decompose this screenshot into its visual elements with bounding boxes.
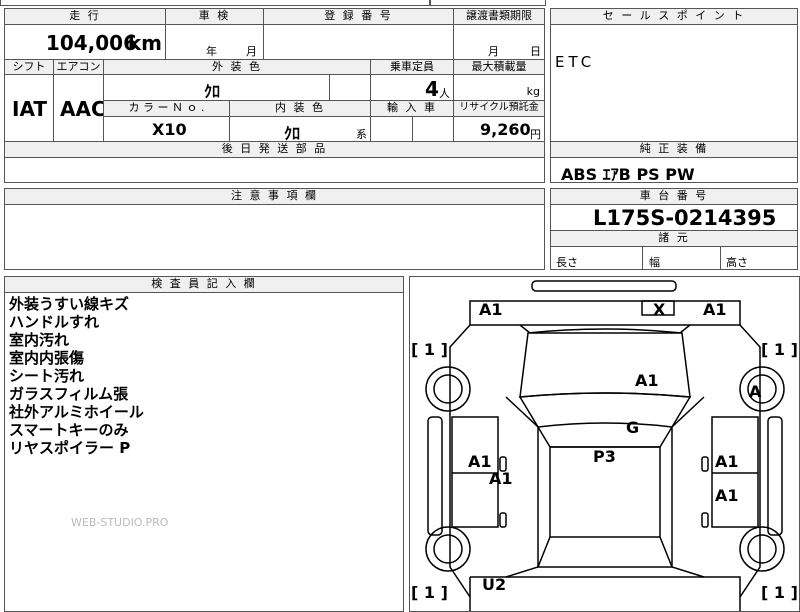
inspector-notes-list: 外装うすい線キズ ハンドルすれ 室内汚れ 室内内張傷 シート汚れ ガラスフィルム… [9, 295, 144, 457]
color-no-value: X10 [152, 120, 187, 139]
max-load-cell: kg [453, 74, 545, 101]
damage-mark: A1 [715, 452, 739, 471]
dimension-height-cell: 高さ [720, 246, 798, 270]
registration-header: 登 録 番 号 [263, 8, 454, 25]
transfer-day: 日 [530, 45, 541, 58]
recycle-value: 9,260 [480, 120, 531, 139]
shift-label: シフト [4, 59, 54, 75]
dimension-height-label: 高さ [726, 256, 748, 269]
shift-value: IAT [12, 97, 48, 121]
transfer-deadline-header: 譲渡書類期限 [453, 8, 545, 25]
top-strip-right [430, 0, 546, 6]
sales-point-text: ETC [555, 53, 596, 71]
aircon-value: AAC [60, 97, 104, 121]
damage-mark: A1 [715, 486, 739, 505]
exterior-color-value: ｸﾛ [204, 82, 221, 101]
damage-mark: P3 [593, 447, 616, 466]
damage-mark: G [626, 418, 640, 437]
bracket-mark: [ 1 ] [411, 583, 448, 602]
mileage-value: 104,006 [45, 31, 137, 55]
exterior-color-cell: ｸﾛ [103, 74, 330, 101]
damage-mark: A1 [703, 300, 727, 319]
inspection-header: 車 検 [165, 8, 264, 25]
capacity-cell: 4 人 [370, 74, 454, 101]
note-line: ガラスフィルム張 [9, 385, 129, 403]
watermark: WEB-STUDIO.PRO [71, 516, 169, 529]
recycle-label: リサイクル預託金 [453, 100, 545, 117]
car-diagram-panel: A1 X A1 A1 A G P3 A1 A1 A1 A1 U2 [ 1 ] [… [409, 276, 800, 612]
bracket-mark: [ 1 ] [761, 583, 798, 602]
color-no-cell: X10 [103, 116, 230, 142]
damage-mark: A [749, 382, 762, 401]
dimensions-header: 諸 元 [550, 230, 798, 247]
mileage-unit: km [127, 31, 162, 55]
note-line: 室内汚れ [9, 331, 70, 349]
dimension-width-label: 幅 [649, 256, 660, 269]
note-line: 室内内張傷 [9, 349, 85, 367]
import-cell-b [412, 116, 454, 142]
standard-equipment-cell: ABS ｴｱB PS PW [550, 157, 798, 183]
recycle-unit: 円 [530, 128, 541, 141]
damage-mark: A1 [489, 469, 513, 488]
damage-mark: A1 [479, 300, 503, 319]
note-line: シート汚れ [9, 367, 85, 385]
note-line: スマートキーのみ [9, 421, 129, 439]
aircon-cell: AAC [53, 74, 104, 142]
dimension-length-cell: 長さ [550, 246, 643, 270]
standard-equipment-value: ABS ｴｱB PS PW [561, 165, 695, 183]
color-no-label: カ ラ ー Ｎ ｏ . [103, 100, 230, 117]
note-line: 外装うすい線キズ [9, 295, 130, 313]
interior-color-label: 内 装 色 [229, 100, 371, 117]
inspector-header: 検 査 員 記 入 欄 [4, 276, 404, 293]
damage-mark: A1 [468, 452, 492, 471]
dimension-width-cell: 幅 [642, 246, 721, 270]
damage-mark: U2 [482, 575, 507, 594]
exterior-color-label: 外 装 色 [103, 59, 371, 75]
caution-header: 注 意 事 項 欄 [4, 188, 545, 205]
note-line: リヤスポイラー P [9, 439, 131, 457]
interior-color-suffix: 系 [356, 128, 367, 141]
mileage-cell: 104,006 km [4, 24, 166, 60]
interior-color-value: ｸﾛ [284, 124, 301, 142]
bracket-mark: [ 1 ] [411, 340, 448, 359]
damage-mark: A1 [635, 371, 659, 390]
max-load-label: 最大積載量 [453, 59, 545, 75]
chassis-cell: L175S-0214395 [550, 204, 798, 231]
import-cell-a [370, 116, 413, 142]
inspection-cell: 年 月 [165, 24, 264, 60]
sales-point-cell: ETC [550, 24, 798, 142]
note-line: ハンドルすれ [9, 313, 100, 331]
car-outline-diagram [425, 280, 785, 611]
standard-equipment-header: 純 正 装 備 [550, 141, 798, 158]
mileage-header: 走 行 [4, 8, 166, 25]
sales-point-header: セ ー ル ス ポ イ ン ト [550, 8, 798, 25]
aircon-label: エアコン [53, 59, 104, 75]
registration-cell [263, 24, 454, 60]
caution-cell [4, 204, 545, 270]
top-strip [0, 0, 430, 6]
inspection-month: 月 [246, 45, 257, 58]
dimension-length-label: 長さ [556, 256, 578, 269]
recycle-cell: 9,260 円 [453, 116, 545, 142]
inspection-year: 年 [206, 45, 217, 58]
damage-mark: X [653, 300, 666, 319]
shift-cell: IAT [4, 74, 54, 142]
transfer-month: 月 [488, 45, 499, 58]
later-parts-header: 後 日 発 送 部 品 [4, 141, 545, 158]
load-unit: kg [526, 85, 540, 98]
chassis-value: L175S-0214395 [593, 206, 777, 230]
inspector-notes-cell: 外装うすい線キズ ハンドルすれ 室内汚れ 室内内張傷 シート汚れ ガラスフィルム… [4, 292, 404, 612]
later-parts-cell [4, 157, 545, 183]
transfer-cell: 月 日 [453, 24, 545, 60]
chassis-header: 車 台 番 号 [550, 188, 798, 205]
bracket-mark: [ 1 ] [761, 340, 798, 359]
interior-color-cell: ｸﾛ 系 [229, 116, 371, 142]
note-line: 社外アルミホイール [9, 403, 144, 421]
capacity-label: 乗車定員 [370, 59, 454, 75]
exterior-color-extra [329, 74, 371, 101]
capacity-unit: 人 [439, 87, 450, 100]
capacity-value: 4 [425, 77, 439, 101]
import-label: 輸 入 車 [370, 100, 454, 117]
